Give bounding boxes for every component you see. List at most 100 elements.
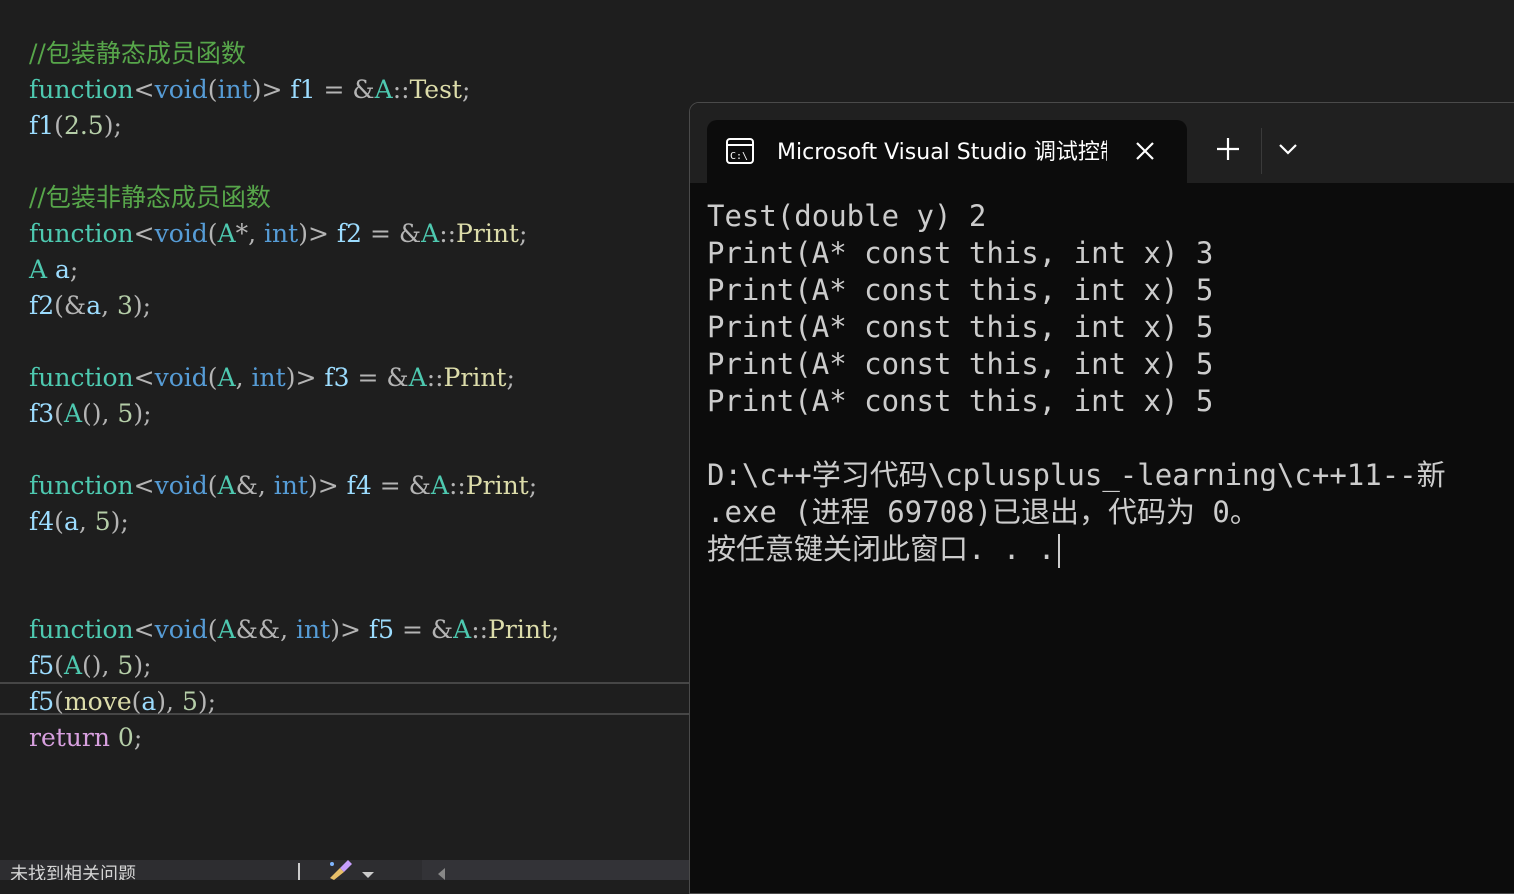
code-token: ; xyxy=(518,219,528,248)
code-token: void xyxy=(154,615,208,644)
code-line[interactable]: return 0; xyxy=(29,720,142,756)
code-token: ; xyxy=(69,255,79,284)
code-token: ( xyxy=(131,687,142,716)
code-token: int xyxy=(296,615,331,644)
code-token: f1 xyxy=(29,111,55,140)
code-token: , xyxy=(101,291,117,320)
code-line[interactable]: f1(2.5); xyxy=(29,108,122,144)
console-line: 按任意键关闭此窗口. . . xyxy=(707,531,1514,568)
code-line[interactable]: f4(a, 5); xyxy=(29,504,129,540)
code-token: f2 xyxy=(336,219,363,248)
code-line[interactable]: A a; xyxy=(29,252,78,288)
horizontal-scrollbar[interactable] xyxy=(422,860,690,880)
code-token: f5 xyxy=(368,615,395,644)
code-token: ); xyxy=(110,507,129,536)
code-token: < xyxy=(133,471,155,500)
code-token: &&, xyxy=(235,615,297,644)
scroll-left-icon[interactable] xyxy=(438,868,445,880)
code-line[interactable]: function<void(A&, int)> f4 = &A::Print; xyxy=(29,468,537,504)
code-line[interactable]: //包装静态成员函数 xyxy=(29,36,246,72)
code-line[interactable]: function<void(A, int)> f3 = &A::Print; xyxy=(29,360,515,396)
console-line: Print(A* const this, int x) 3 xyxy=(707,235,1514,272)
console-output: Test(double y) 2 Print(A* const this, int… xyxy=(707,198,1514,568)
code-token: A xyxy=(453,615,472,644)
code-token: ( xyxy=(54,651,64,680)
code-line[interactable]: function<void(int)> f1 = &A::Test; xyxy=(29,72,470,108)
code-token: a xyxy=(86,291,102,320)
code-token: < xyxy=(133,615,155,644)
console-line: Test(double y) 2 xyxy=(707,198,1514,235)
status-separator xyxy=(298,863,300,880)
code-token: = xyxy=(394,615,431,644)
tab-title: Microsoft Visual Studio 调试控制台 xyxy=(777,140,1107,165)
code-token: (), xyxy=(82,651,118,680)
code-token: A xyxy=(217,471,236,500)
code-token: void xyxy=(154,363,208,392)
terminal-tab[interactable]: C:\ Microsoft Visual Studio 调试控制台 xyxy=(707,120,1187,183)
code-line[interactable]: f5(move(a), 5); xyxy=(29,684,216,720)
code-token: &, xyxy=(235,471,274,500)
code-token: A xyxy=(430,471,449,500)
code-token: ; xyxy=(133,723,143,752)
console-line-text: Print(A* const this, int x) 5 xyxy=(707,310,1214,344)
code-line[interactable]: f5(A(), 5); xyxy=(29,648,152,684)
code-token: = xyxy=(362,219,399,248)
code-token: )> xyxy=(298,219,337,248)
issues-status[interactable]: 未找到相关问题 xyxy=(10,862,136,880)
code-token: , xyxy=(78,507,95,536)
code-line[interactable]: function<void(A&&, int)> f5 = &A::Print; xyxy=(29,612,559,648)
code-editor[interactable]: //包装静态成员函数function<void(int)> f1 = &A::T… xyxy=(0,0,690,860)
code-cleanup-icon[interactable] xyxy=(326,860,356,880)
code-token: function xyxy=(29,219,134,248)
code-token: ( xyxy=(207,219,218,248)
code-token: = xyxy=(315,75,353,104)
console-line-text: .exe (进程 69708)已退出，代码为 0。 xyxy=(707,495,1259,529)
code-token: //包装非静态成员函数 xyxy=(29,183,271,212)
code-token: A xyxy=(217,219,236,248)
code-token: f1 xyxy=(290,75,316,104)
code-token: A xyxy=(63,399,82,428)
code-line[interactable]: function<void(A*, int)> f2 = &A::Print; xyxy=(29,216,527,252)
code-token: )> xyxy=(251,75,291,104)
code-line[interactable]: f3(A(), 5); xyxy=(29,396,152,432)
code-token: function xyxy=(29,615,134,644)
code-token: //包装静态成员函数 xyxy=(29,39,246,68)
chevron-down-icon[interactable] xyxy=(362,872,374,878)
console-line-text: D:\c++学习代码\cplusplus_-learning\c++11--新 xyxy=(707,458,1446,492)
code-token: A xyxy=(217,615,236,644)
code-token: < xyxy=(133,75,155,104)
code-token: int xyxy=(251,363,286,392)
code-token: ); xyxy=(103,111,122,140)
code-token: ; xyxy=(528,471,538,500)
code-token: & xyxy=(408,471,431,500)
console-line-text: Print(A* const this, int x) 3 xyxy=(707,236,1214,270)
code-token: f4 xyxy=(346,471,372,500)
code-token: ; xyxy=(550,615,560,644)
close-icon[interactable] xyxy=(1132,138,1158,164)
code-token: void xyxy=(154,471,208,500)
code-token: A xyxy=(217,363,236,392)
code-token: a xyxy=(63,507,79,536)
code-token: 5 xyxy=(94,507,111,536)
code-token: & xyxy=(430,615,454,644)
code-token: Print xyxy=(465,471,529,500)
debug-console-window[interactable]: C:\ Microsoft Visual Studio 调试控制台 Test(d… xyxy=(689,102,1514,894)
code-token: a xyxy=(55,255,70,284)
editor-status-bar: 未找到相关问题 xyxy=(0,860,690,880)
code-token: ( xyxy=(54,507,64,536)
code-token: function xyxy=(29,471,134,500)
code-token: function xyxy=(29,363,134,392)
code-token: void xyxy=(154,75,208,104)
code-token: :: xyxy=(426,363,444,392)
code-line[interactable]: f2(&a, 3); xyxy=(29,288,151,324)
code-token: move xyxy=(63,687,132,716)
code-token: ( xyxy=(54,687,64,716)
plus-icon[interactable] xyxy=(1214,135,1242,163)
code-token: :: xyxy=(439,219,457,248)
code-line[interactable]: //包装非静态成员函数 xyxy=(29,180,271,216)
code-token: )> xyxy=(307,471,347,500)
chevron-down-icon[interactable] xyxy=(1277,141,1299,157)
code-token: ); xyxy=(133,651,152,680)
code-token: return xyxy=(29,723,110,752)
console-line: Print(A* const this, int x) 5 xyxy=(707,272,1514,309)
